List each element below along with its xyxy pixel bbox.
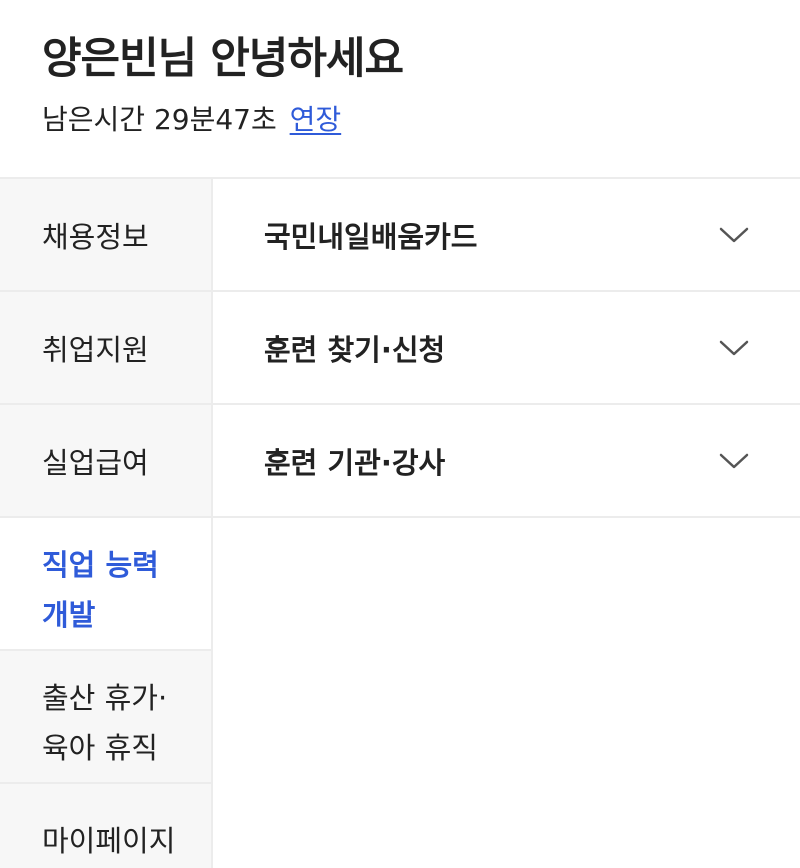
page-header: 양은빈님 안녕하세요 남은시간 29분47초 연장 <box>0 0 800 179</box>
sub-item-label: 국민내일배움카드 <box>264 219 478 254</box>
nav-item-label-line1: 직업 능력 <box>42 548 159 582</box>
nav-item-label: 마이페이지 <box>42 824 176 858</box>
sub-item-label: 훈련 기관·강사 <box>264 445 446 480</box>
greeting-title: 양은빈님 안녕하세요 <box>42 34 404 84</box>
nav-item-label-line2: 육아 휴직 <box>42 731 158 765</box>
nav-item-label: 채용정보 <box>42 219 149 254</box>
nav-item-vocational-training[interactable]: 직업 능력 개발 <box>0 518 211 651</box>
session-timer: 남은시간 29분47초 연장 <box>42 100 800 140</box>
sub-item-training-institutions[interactable]: 훈련 기관·강사 <box>213 405 800 518</box>
sub-item-find-apply-training[interactable]: 훈련 찾기·신청 <box>213 292 800 405</box>
menu-panel: 채용정보 취업지원 실업급여 직업 능력 개발 출산 휴가· 육아 휴직 마이페… <box>0 179 800 868</box>
left-nav: 채용정보 취업지원 실업급여 직업 능력 개발 출산 휴가· 육아 휴직 마이페… <box>0 179 213 868</box>
sub-menu: 국민내일배움카드 훈련 찾기·신청 훈련 기관·강사 <box>213 179 800 868</box>
chevron-down-icon[interactable] <box>718 225 750 245</box>
nav-item-unemployment-benefit[interactable]: 실업급여 <box>0 405 211 518</box>
nav-item-job-info[interactable]: 채용정보 <box>0 179 211 292</box>
sub-item-learning-card[interactable]: 국민내일배움카드 <box>213 179 800 292</box>
nav-item-label-line2: 개발 <box>42 598 96 632</box>
chevron-down-icon[interactable] <box>718 451 750 471</box>
nav-item-my-page[interactable]: 마이페이지 <box>0 784 211 868</box>
extend-session-link[interactable]: 연장 <box>290 103 342 136</box>
nav-item-maternity-parental-leave[interactable]: 출산 휴가· 육아 휴직 <box>0 651 211 784</box>
nav-item-employment-support[interactable]: 취업지원 <box>0 292 211 405</box>
nav-item-label-line1: 출산 휴가· <box>42 681 168 715</box>
nav-item-label: 취업지원 <box>42 332 149 367</box>
nav-item-label: 실업급여 <box>42 445 149 480</box>
remaining-time-text: 남은시간 29분47초 <box>42 103 277 136</box>
chevron-down-icon[interactable] <box>718 338 750 358</box>
sub-item-label: 훈련 찾기·신청 <box>264 332 446 367</box>
